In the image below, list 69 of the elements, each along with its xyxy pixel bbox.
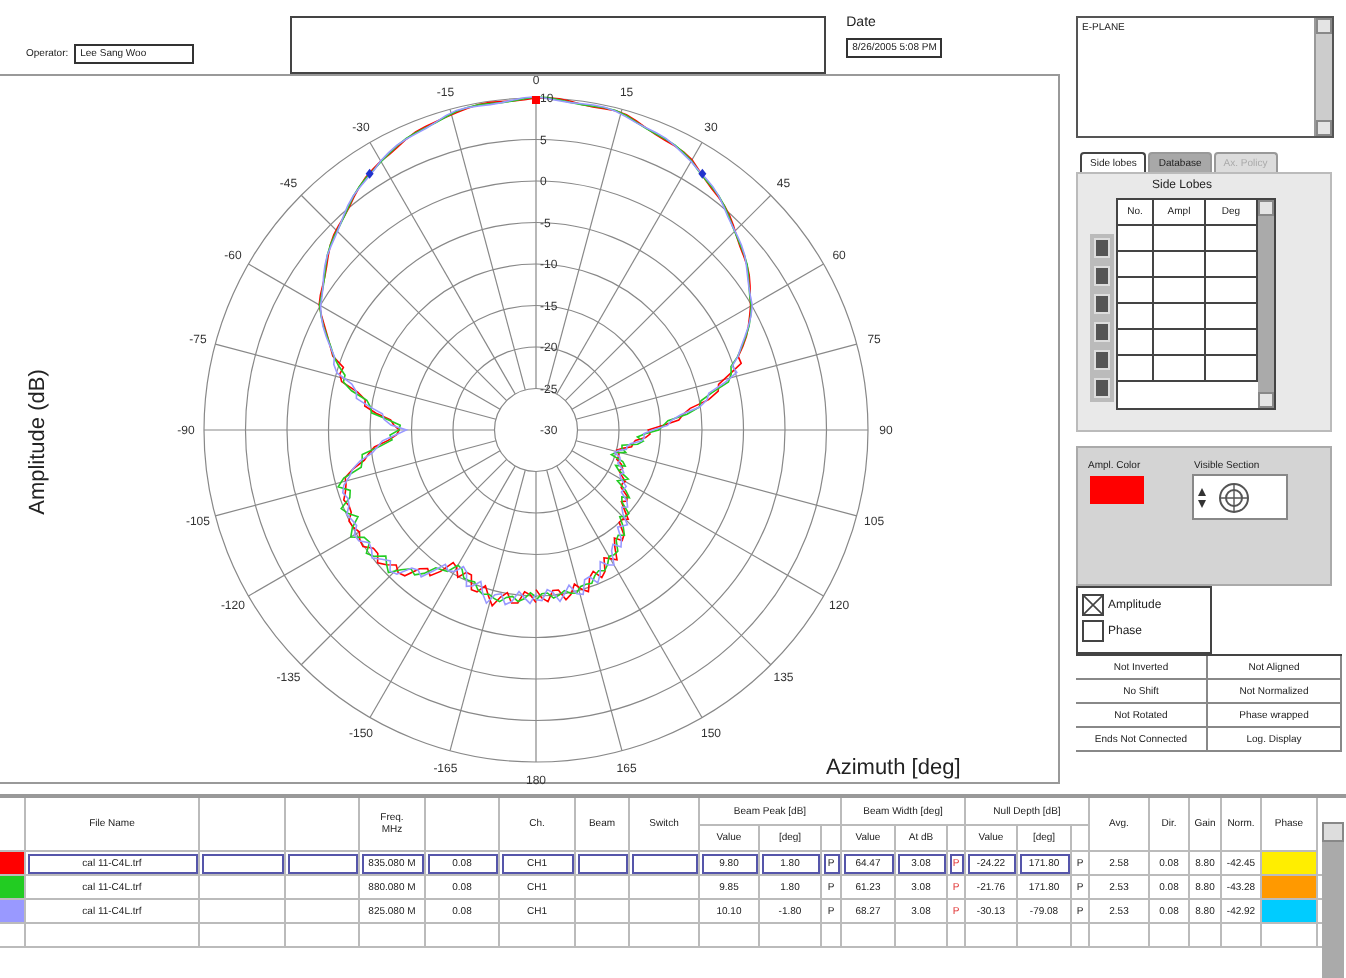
table-cell — [576, 876, 630, 900]
table-cell — [1154, 304, 1206, 330]
table-cell — [200, 852, 286, 876]
scroll-down-button[interactable] — [1258, 392, 1274, 408]
table-cell — [948, 924, 966, 948]
axis-title: Azimuth [deg] — [826, 756, 961, 780]
color-swatch[interactable] — [1090, 476, 1144, 504]
table-cell — [1206, 278, 1258, 304]
comment-field[interactable] — [290, 16, 827, 74]
table-cell — [1190, 924, 1222, 948]
table-cell — [630, 876, 700, 900]
table-cell — [1206, 330, 1258, 356]
table-cell — [966, 924, 1018, 948]
table-cell — [286, 924, 360, 948]
table-cell — [426, 798, 500, 852]
scroll-up-button[interactable] — [1258, 200, 1274, 216]
table-cell — [286, 798, 360, 852]
table-cell — [286, 876, 360, 900]
table-cell — [1222, 924, 1262, 948]
table-cell — [1090, 924, 1150, 948]
table-cell — [1072, 826, 1090, 852]
table-cell — [822, 826, 842, 852]
table-cell — [200, 924, 286, 948]
table-cell — [360, 924, 426, 948]
table-cell — [1154, 252, 1206, 278]
table-cell — [1262, 924, 1318, 948]
scroll-up-button[interactable] — [1322, 822, 1344, 842]
target-icon[interactable] — [1218, 481, 1250, 513]
table-cell — [1206, 356, 1258, 382]
table-cell — [500, 924, 576, 948]
table-cell — [576, 924, 630, 948]
checkbox[interactable] — [1082, 620, 1104, 642]
table-cell — [200, 900, 286, 924]
up-arrow-icon[interactable] — [1198, 487, 1206, 495]
table-cell — [1154, 226, 1206, 252]
table-cell — [1018, 924, 1072, 948]
axis-title: Amplitude (dB) — [26, 369, 50, 515]
table-cell — [1206, 226, 1258, 252]
table-cell — [286, 852, 360, 876]
table-cell — [630, 852, 700, 876]
table-cell — [948, 826, 966, 852]
table-cell — [576, 900, 630, 924]
table-cell — [1154, 278, 1206, 304]
table-cell — [630, 900, 700, 924]
table-cell — [0, 924, 26, 948]
table-cell — [700, 924, 760, 948]
table-cell — [200, 876, 286, 900]
table-cell — [760, 924, 822, 948]
table-cell — [1154, 356, 1206, 382]
diamond-marker — [698, 168, 707, 179]
down-arrow-icon[interactable] — [1198, 499, 1206, 507]
scroll-up-button[interactable] — [1316, 18, 1332, 34]
table-cell — [426, 924, 500, 948]
table-cell — [1206, 304, 1258, 330]
checkbox[interactable] — [1082, 594, 1104, 616]
table-cell — [1154, 330, 1206, 356]
table-cell — [286, 900, 360, 924]
table-cell — [1150, 924, 1190, 948]
table-cell — [630, 924, 700, 948]
table-cell — [200, 798, 286, 852]
table-cell — [842, 924, 896, 948]
table-cell — [576, 852, 630, 876]
table-cell — [896, 924, 948, 948]
table-cell — [822, 924, 842, 948]
diamond-marker — [365, 168, 374, 179]
scroll-down-button[interactable] — [1316, 120, 1332, 136]
square-marker — [532, 96, 540, 104]
table-cell — [1206, 252, 1258, 278]
table-cell — [1072, 924, 1090, 948]
